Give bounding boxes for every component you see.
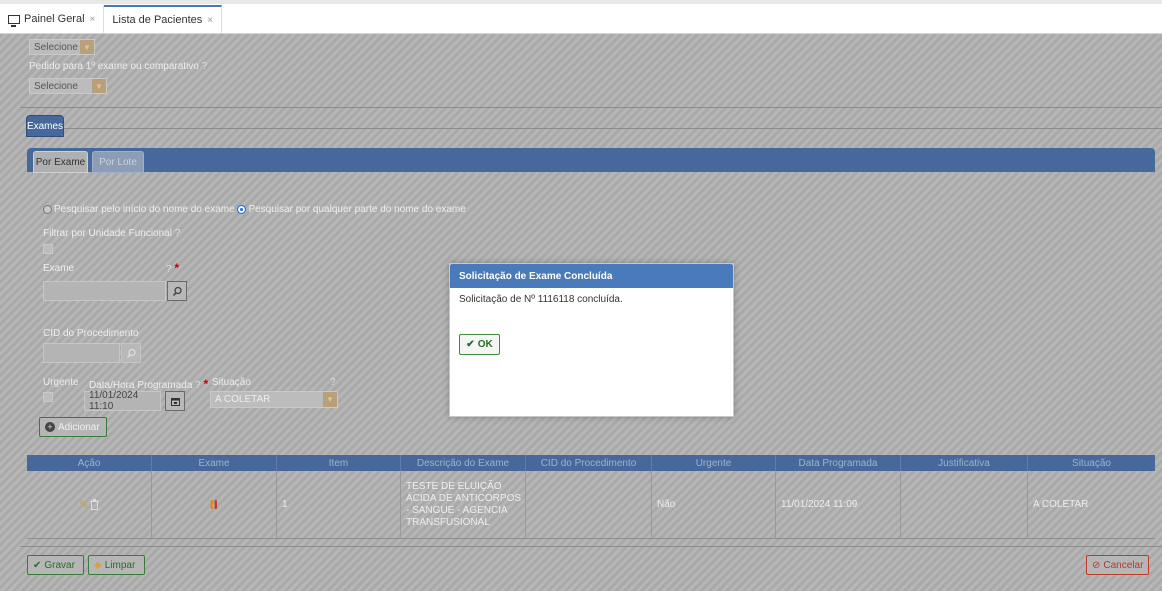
check-icon: ✔: [466, 339, 475, 350]
justificativa-cell: [901, 471, 1028, 538]
select-value: Selecione: [34, 41, 78, 53]
close-icon[interactable]: ×: [207, 15, 213, 26]
chevron-down-icon: ▼: [323, 392, 337, 407]
acao-cell: ✎: [27, 471, 152, 538]
calendar-button[interactable]: [165, 391, 185, 411]
th-item: Item: [277, 455, 401, 471]
help-icon: ?: [195, 380, 201, 391]
edit-icon[interactable]: ✎: [79, 498, 89, 512]
divider: [64, 128, 1162, 129]
test-tube-icon: [210, 500, 217, 509]
th-descricao: Descrição do Exame: [401, 455, 526, 471]
data-label: Data/Hora Programada ? *: [89, 377, 209, 391]
tab-por-lote[interactable]: Por Lote: [92, 151, 144, 173]
th-urgente: Urgente: [652, 455, 776, 471]
exame-required: ? *: [166, 261, 179, 275]
plus-circle-icon: +: [45, 422, 55, 432]
ok-label: OK: [477, 339, 493, 350]
calendar-icon: [170, 397, 180, 406]
help-icon: ?: [201, 61, 208, 72]
urgente-checkbox[interactable]: [43, 392, 53, 402]
tab-lista-pacientes[interactable]: Lista de Pacientes ×: [104, 5, 223, 33]
select-value: A COLETAR: [215, 394, 271, 405]
urgente-cell: Não: [652, 471, 776, 538]
radio-qualquer-label: Pesquisar por qualquer parte do nome do …: [248, 204, 466, 215]
tab-label: Lista de Pacientes: [112, 14, 203, 26]
cancelar-label: Cancelar: [1103, 559, 1144, 571]
dialog-title: Solicitação de Exame Concluída: [450, 264, 733, 288]
urgente-label: Urgente: [43, 377, 79, 388]
select-pedido[interactable]: Selecione ▼: [29, 78, 107, 94]
exame-label: Exame: [43, 263, 75, 274]
exame-search-button[interactable]: [167, 281, 187, 301]
exame-input[interactable]: [43, 281, 166, 301]
select-1[interactable]: Selecione ▼: [29, 39, 95, 55]
tab-por-exame[interactable]: Por Exame: [33, 151, 88, 173]
divider: [20, 107, 1162, 108]
chevron-down-icon: ▼: [92, 79, 106, 93]
tab-label: Painel Geral: [24, 13, 85, 25]
trash-icon[interactable]: [90, 499, 100, 510]
filtrar-label: Filtrar por Unidade Funcional ?: [43, 228, 181, 239]
adicionar-label: Adicionar: [58, 421, 100, 433]
cancelar-button[interactable]: ⊘ Cancelar: [1086, 555, 1149, 575]
table-row: ✎ 1 TESTE DE ELUIÇÃO ÁCIDA DE ANTICORPOS…: [27, 471, 1155, 539]
table-header: Ação Exame Item Descrição do Exame CID d…: [27, 455, 1155, 471]
radio-inicio[interactable]: [43, 204, 52, 214]
th-data: Data Programada: [776, 455, 901, 471]
help-icon: ?: [166, 264, 172, 275]
tab-exames-label: Exames: [26, 120, 64, 132]
data-cell: 11/01/2024 11:09: [776, 471, 901, 538]
radio-qualquer-parte[interactable]: [237, 204, 247, 214]
cid-input[interactable]: [43, 343, 120, 363]
required-icon: *: [203, 377, 209, 391]
data-input[interactable]: 11/01/2024 11:10: [84, 390, 161, 412]
tab-bar: Painel Geral × Lista de Pacientes ×: [0, 0, 1162, 34]
subtab-bar: [27, 148, 1155, 172]
help-icon: ?: [330, 377, 336, 388]
cid-search-button[interactable]: [121, 343, 141, 363]
cancel-icon: ⊘: [1092, 559, 1101, 571]
gravar-label: Gravar: [44, 559, 75, 571]
pedido-label: Pedido para 1º exame ou comparativo ?: [29, 61, 208, 72]
th-cid: CID do Procedimento: [526, 455, 652, 471]
tab-label: Por Exame: [35, 156, 86, 168]
situacao-cell: A COLETAR: [1033, 499, 1089, 510]
confirmation-dialog: Solicitação de Exame Concluída Solicitaç…: [449, 263, 734, 417]
check-icon: ✔: [33, 559, 42, 571]
search-mode-radios: Pesquisar pelo início do nome do exame P…: [43, 204, 466, 215]
filtrar-checkbox[interactable]: [43, 244, 53, 254]
adicionar-button[interactable]: + Adicionar: [39, 417, 107, 437]
dialog-message: Solicitação de Nº 1116118 concluída.: [459, 294, 623, 305]
descricao-cell: TESTE DE ELUIÇÃO ÁCIDA DE ANTICORPOS - S…: [401, 471, 526, 538]
th-situacao: Situação: [1072, 457, 1111, 469]
th-exame: Exame: [152, 455, 277, 471]
divider: [20, 546, 1162, 547]
ok-button[interactable]: ✔ OK: [459, 334, 500, 355]
monitor-icon: [8, 14, 20, 27]
gravar-button[interactable]: ✔ Gravar: [27, 555, 84, 575]
limpar-button[interactable]: ◆ Limpar: [88, 555, 145, 575]
required-icon: *: [174, 261, 180, 275]
situacao-label: Situação: [212, 377, 251, 388]
eraser-icon: ◆: [94, 559, 102, 571]
th-acao: Ação: [27, 455, 152, 471]
situacao-select[interactable]: A COLETAR ▼: [210, 391, 338, 408]
close-icon[interactable]: ×: [90, 14, 96, 25]
search-icon: [126, 348, 136, 358]
radio-inicio-label: Pesquisar pelo início do nome do exame: [54, 204, 235, 215]
cid-cell: [526, 471, 652, 538]
limpar-label: Limpar: [104, 559, 136, 571]
th-justificativa: Justificativa: [901, 455, 1028, 471]
help-icon: ?: [174, 228, 181, 239]
chevron-down-icon: ▼: [80, 40, 94, 54]
cid-label: CID do Procedimento: [43, 328, 139, 339]
tab-painel-geral[interactable]: Painel Geral ×: [0, 5, 105, 33]
tab-label: Por Lote: [99, 156, 137, 168]
tab-exames[interactable]: Exames: [26, 115, 64, 137]
search-icon: [172, 286, 182, 296]
exame-cell: [152, 471, 277, 538]
select-value: Selecione: [34, 80, 78, 92]
item-cell: 1: [277, 471, 401, 538]
